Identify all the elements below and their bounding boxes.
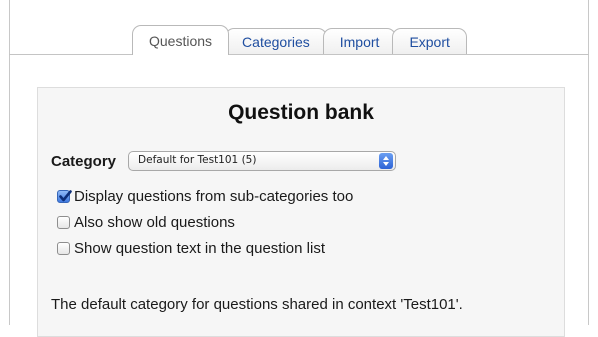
category-label: Category <box>51 152 117 170</box>
question-text-label: Show question text in the question list <box>74 240 325 257</box>
category-select-value: Default for Test101 (5) <box>138 154 257 166</box>
sub-categories-label: Display questions from sub-categories to… <box>74 188 354 205</box>
tab-export[interactable]: Export <box>392 28 467 55</box>
option-question-text: Show question text in the question list <box>57 236 353 261</box>
panel-title: Question bank <box>228 101 374 124</box>
option-sub-categories: Display questions from sub-categories to… <box>57 184 353 209</box>
options-list: Display questions from sub-categories to… <box>57 184 353 262</box>
tab-questions[interactable]: Questions <box>132 25 230 55</box>
category-description: The default category for questions share… <box>51 296 463 313</box>
category-row: Category Default for Test101 (5) <box>51 151 397 171</box>
tab-import[interactable]: Import <box>322 28 397 55</box>
select-arrows-icon <box>379 153 394 169</box>
checkmark-icon <box>59 190 72 202</box>
sub-categories-checkbox[interactable] <box>57 190 72 203</box>
tab-categories[interactable]: Categories <box>225 28 327 55</box>
question-text-checkbox[interactable] <box>57 242 70 255</box>
tab-divider <box>9 54 589 55</box>
old-questions-label: Also show old questions <box>74 214 235 231</box>
category-select[interactable]: Default for Test101 (5) <box>128 151 397 171</box>
tab-bar: Questions Categories Import Export <box>132 24 467 55</box>
option-old-questions: Also show old questions <box>57 210 353 235</box>
question-bank-panel: Question bank Category Default for Test1… <box>37 87 565 337</box>
old-questions-checkbox[interactable] <box>57 216 70 229</box>
